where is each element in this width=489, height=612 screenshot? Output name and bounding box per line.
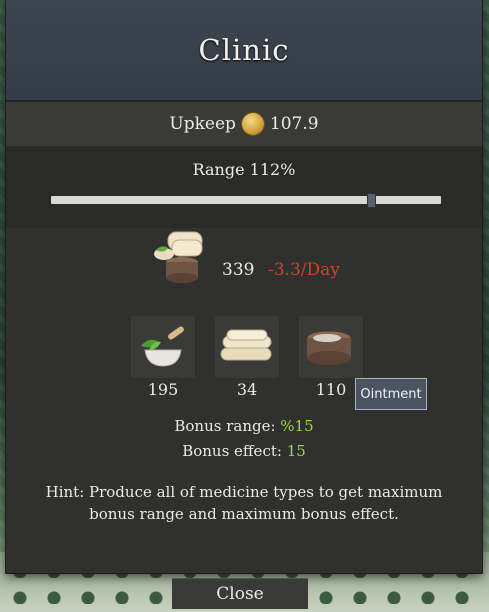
main-resource-rate: -3.3/Day: [268, 260, 340, 280]
bonus-range-line: Bonus range: %15: [6, 417, 482, 435]
main-resource-row: 339 -3.3/Day: [6, 231, 482, 298]
herbs-mortar-icon: [141, 326, 184, 367]
close-button[interactable]: Close: [172, 578, 308, 609]
upkeep-label: Upkeep: [169, 114, 236, 134]
medicine-count-herbs: 195: [147, 380, 179, 399]
hint-line-2: bonus range and maximum bonus effect.: [89, 505, 399, 523]
bonus-range-value: %15: [280, 417, 314, 435]
range-value: 112%: [249, 160, 296, 179]
ointment-jar-icon: [306, 330, 352, 365]
bonus-effect-label: Bonus effect:: [182, 442, 282, 460]
bonus-range-label: Bonus range:: [174, 417, 276, 435]
range-label: Range: [192, 160, 245, 179]
item-tooltip: Ointment: [355, 378, 427, 410]
upkeep-row: Upkeep 107.9: [6, 102, 482, 146]
upkeep-value: 107.9: [269, 114, 319, 134]
clinic-panel: Clinic Upkeep 107.9 Range 112% 339 -3.3/…: [6, 0, 482, 573]
range-label-group: Range 112%: [6, 160, 482, 179]
main-resource-quantity: 339: [222, 260, 255, 280]
hint-line-1: Hint: Produce all of medicine types to g…: [45, 483, 443, 501]
medicine-slot-bandages[interactable]: [215, 316, 279, 378]
bandage-rolls-icon: [220, 329, 272, 361]
bonus-effect-value: 15: [286, 442, 306, 460]
range-slider-thumb[interactable]: [367, 193, 377, 208]
panel-title: Clinic: [198, 33, 290, 67]
range-slider[interactable]: [51, 193, 441, 208]
medicine-count-ointment: 110: [315, 380, 347, 399]
range-section: Range 112%: [6, 146, 482, 228]
medicine-bundle-icon: [154, 231, 203, 283]
medicine-count-bandages: 34: [236, 380, 258, 399]
medicine-slot-ointment[interactable]: [299, 316, 363, 378]
gold-coin-icon: [241, 113, 264, 135]
title-bar: Clinic: [6, 0, 482, 102]
medicine-slot-herbs[interactable]: [131, 316, 195, 378]
bonus-effect-line: Bonus effect: 15: [6, 442, 482, 460]
hint-text: Hint: Produce all of medicine types to g…: [36, 481, 452, 525]
